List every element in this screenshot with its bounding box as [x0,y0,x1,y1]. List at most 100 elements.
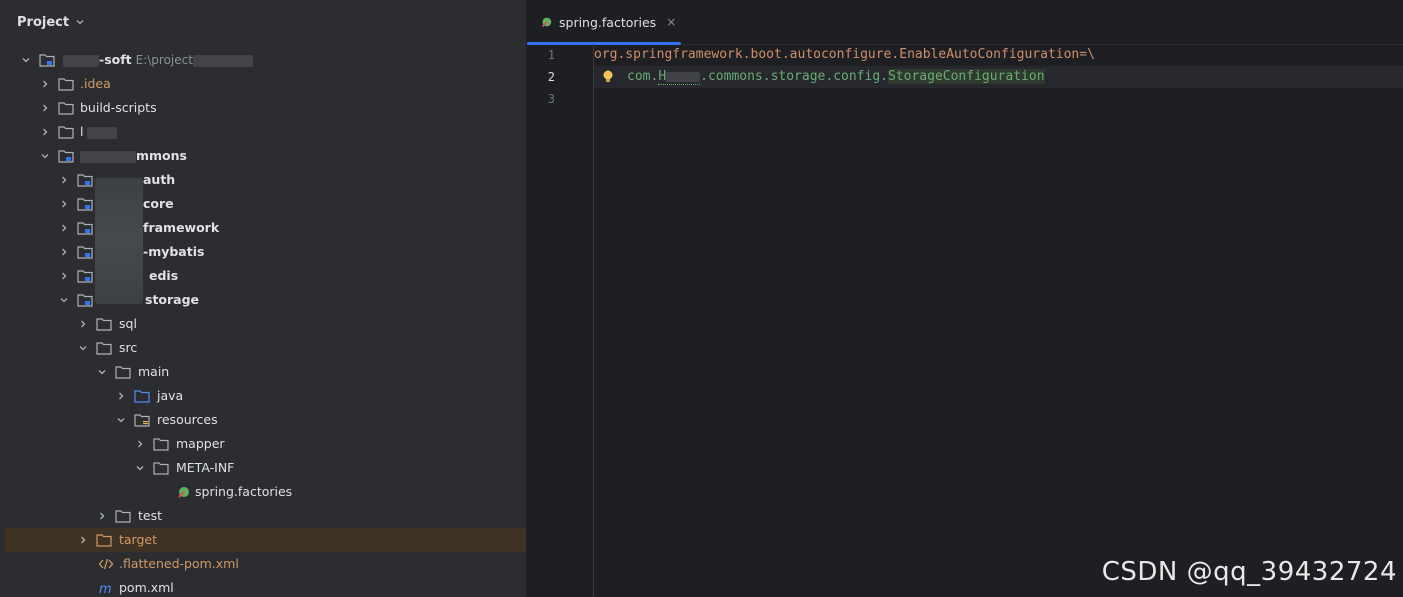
module-folder-icon [77,294,93,307]
tree-row-pom[interactable]: m pom.xml [5,576,526,597]
chevron-right-icon[interactable] [59,199,69,209]
tree-row-mybatis[interactable]: -mybatis [5,240,526,264]
tree-label: core [143,196,174,211]
tree-row-flattened-pom[interactable]: .flattened-pom.xml [5,552,526,576]
tree-row-l[interactable]: l [5,120,526,144]
tree-label: storage [145,292,200,307]
tree-label: test [138,508,163,523]
folder-icon [58,78,74,91]
tree-label: src [119,340,138,355]
chevron-down-icon[interactable] [59,295,69,305]
chevron-right-icon[interactable] [59,175,69,185]
tree-row-sql[interactable]: sql [5,312,526,336]
module-folder-icon [77,174,93,187]
tree-label: mmons [136,148,187,163]
tree-row-main[interactable]: main [5,360,526,384]
folder-icon [96,318,112,331]
chevron-right-icon[interactable] [40,127,50,137]
line-number: 3 [547,92,555,106]
chevron-down-icon[interactable] [21,55,31,65]
tree-row-idea[interactable]: .idea [5,72,526,96]
tree-row-root[interactable]: -soft E:\project [5,48,526,72]
chevron-right-icon[interactable] [78,319,88,329]
tree-row-resources[interactable]: resources [5,408,526,432]
chevron-right-icon[interactable] [40,79,50,89]
tree-row-framework[interactable]: framework [5,216,526,240]
tree-label: build-scripts [80,100,157,115]
tree-label: target [119,532,158,547]
tree-label: pom.xml [119,580,174,595]
tree-label: resources [157,412,218,427]
tree-row-src[interactable]: src [5,336,526,360]
module-folder-icon [77,246,93,259]
module-folder-icon [77,270,93,283]
tree-label: sql [119,316,137,331]
tree-label: java [157,388,184,403]
tree-row-storage[interactable]: storage [5,288,526,312]
editor-area: spring.factories × 1 2 3 org.springframe… [527,0,1403,597]
maven-icon: m [99,582,112,595]
tree-row-meta-inf[interactable]: META-INF [5,456,526,480]
chevron-down-icon[interactable] [116,415,126,425]
chevron-right-icon[interactable] [59,223,69,233]
code-text: commons.storage.config. [707,69,888,84]
folder-icon [115,366,131,379]
folder-icon [115,510,131,523]
code-line-1[interactable]: org.springframework.boot.autoconfigure.E… [594,44,1403,66]
chevron-down-icon[interactable] [97,367,107,377]
tab-spring-factories[interactable]: spring.factories × [527,0,681,45]
tree-row-commons[interactable]: mmons [5,144,526,168]
chevron-down-icon[interactable] [40,151,50,161]
tree-row-java[interactable]: java [5,384,526,408]
folder-icon [58,126,74,139]
watermark: CSDN @qq_39432724 [1101,557,1397,587]
module-folder-icon [77,198,93,211]
spring-leaf-icon [541,17,552,27]
chevron-down-icon[interactable] [75,17,85,27]
source-folder-icon [134,390,150,403]
code-class-name: StorageConfiguration [887,69,1045,84]
editor-tab-bar: spring.factories × [527,0,1403,45]
project-panel-header[interactable]: Project [5,0,526,44]
close-icon[interactable]: × [666,15,676,29]
project-path: E:\project [135,53,193,67]
tree-label: framework [143,220,220,235]
chevron-right-icon[interactable] [40,103,50,113]
code-line-3[interactable] [594,88,1403,110]
chevron-right-icon[interactable] [97,511,107,521]
lightbulb-icon[interactable] [601,69,615,85]
tree-label: auth [143,172,176,187]
redacted-region [95,178,143,304]
editor-gutter: 1 2 3 [527,44,594,597]
chevron-right-icon[interactable] [78,535,88,545]
tree-label: .idea [80,76,111,91]
chevron-down-icon[interactable] [78,343,88,353]
tree-row-core[interactable]: core [5,192,526,216]
chevron-right-icon[interactable] [116,391,126,401]
tree-label: -soft [99,52,132,67]
folder-icon [153,462,169,475]
tree-row-spring-factories[interactable]: spring.factories [5,480,526,504]
chevron-down-icon[interactable] [135,463,145,473]
xml-file-icon [98,558,114,570]
tree-label: .flattened-pom.xml [119,556,239,571]
chevron-right-icon[interactable] [59,247,69,257]
redacted-text [192,54,253,67]
code-text: org.springframework.boot.autoconfigure.E… [594,47,1095,62]
folder-icon [96,342,112,355]
code-line-2[interactable]: com.H .commons.storage.config.StorageConf… [594,66,1403,88]
tree-row-mapper[interactable]: mapper [5,432,526,456]
chevron-right-icon[interactable] [59,271,69,281]
tree-row-redis[interactable]: edis [5,264,526,288]
folder-icon [153,438,169,451]
tree-row-target[interactable]: target [5,528,526,552]
tree-label: edis [149,268,179,283]
tree-label: META-INF [176,460,235,475]
chevron-right-icon[interactable] [135,439,145,449]
tree-row-test[interactable]: test [5,504,526,528]
svg-text:m: m [99,582,112,595]
line-number: 1 [547,48,555,62]
tree-row-auth[interactable]: auth [5,168,526,192]
tree-row-build-scripts[interactable]: build-scripts [5,96,526,120]
module-folder-icon [58,150,74,163]
